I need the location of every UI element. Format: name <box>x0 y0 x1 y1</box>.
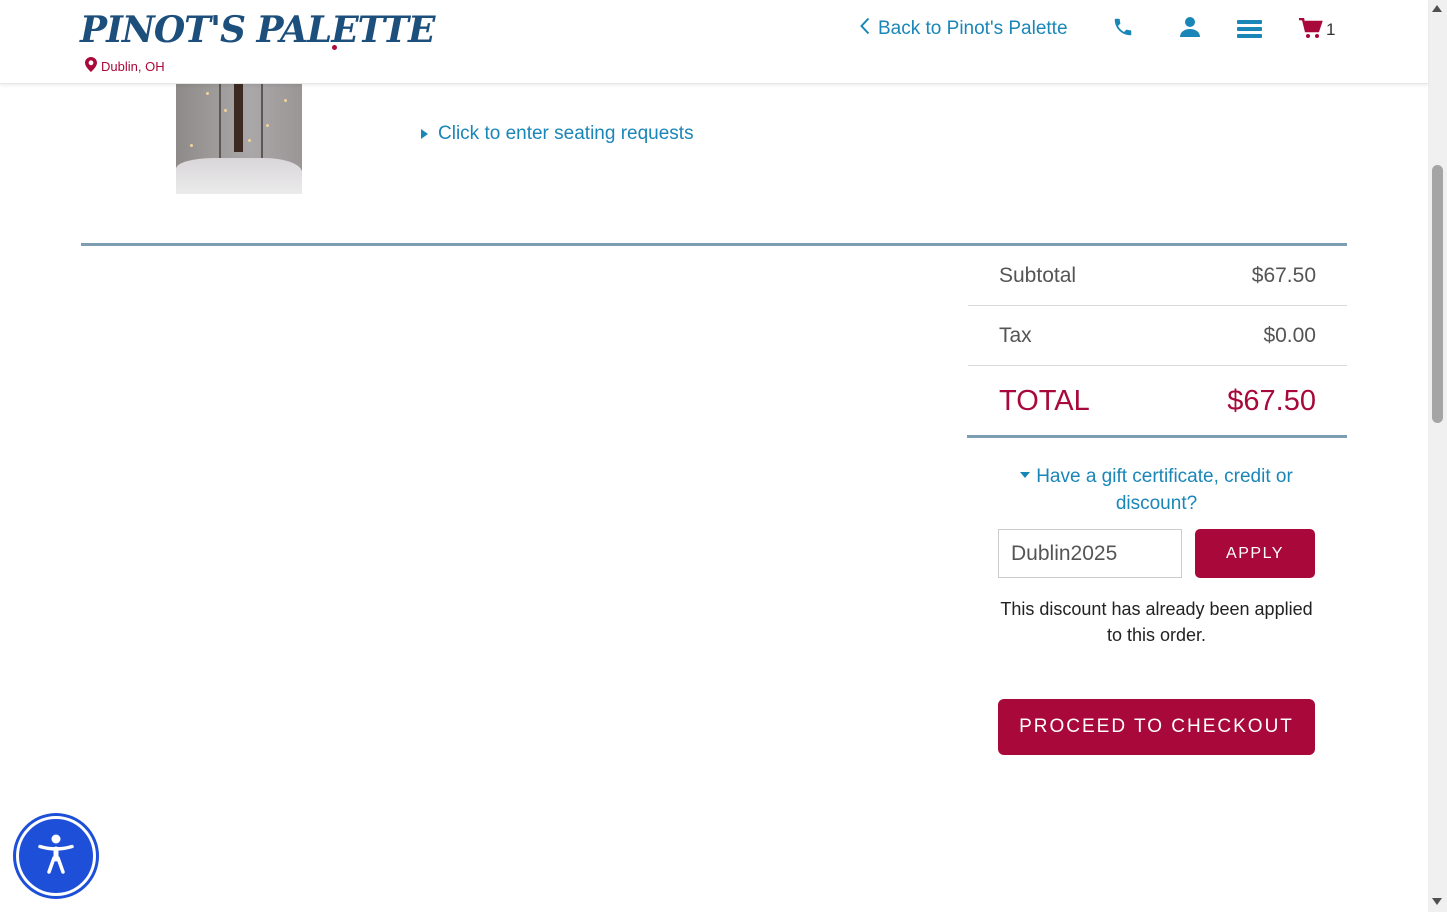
phone-icon[interactable] <box>1112 16 1134 43</box>
spark <box>248 139 251 142</box>
subtotal-value: $67.50 <box>1251 263 1316 287</box>
tree-trunk <box>234 84 243 152</box>
seating-requests-toggle[interactable]: Click to enter seating requests <box>421 123 694 145</box>
totals-divider <box>967 435 1347 438</box>
cart-icon[interactable] <box>1299 17 1323 45</box>
discount-code-input[interactable] <box>998 529 1182 578</box>
subtotal-row: Subtotal $67.50 <box>968 246 1347 306</box>
caret-right-icon <box>421 123 428 145</box>
scroll-down-icon[interactable] <box>1432 898 1442 905</box>
discount-toggle[interactable]: Have a gift certificate, credit or disco… <box>998 463 1315 517</box>
cart-count-badge[interactable]: 1 <box>1326 20 1335 40</box>
snow-ground <box>176 158 302 194</box>
page-scrollbar[interactable] <box>1428 0 1447 912</box>
total-label: TOTAL <box>999 384 1090 417</box>
tax-value: $0.00 <box>1263 324 1316 347</box>
location-label: Dublin, OH <box>101 58 165 74</box>
spark <box>190 144 193 147</box>
map-pin-icon <box>85 57 97 75</box>
apply-button[interactable]: APPLY <box>1195 529 1315 578</box>
user-icon[interactable] <box>1179 16 1201 43</box>
logo[interactable]: PINOT'S PALETTE <box>80 12 435 48</box>
scroll-up-icon[interactable] <box>1432 5 1442 12</box>
tax-label: Tax <box>999 324 1032 347</box>
spark <box>206 92 209 95</box>
caret-down-icon <box>1020 472 1031 479</box>
chevron-left-icon <box>860 17 870 41</box>
location-indicator[interactable]: Dublin, OH <box>85 57 165 75</box>
painting-thumbnail <box>176 84 302 194</box>
subtotal-label: Subtotal <box>999 263 1077 287</box>
spark <box>284 99 287 102</box>
total-value: $67.50 <box>1227 384 1316 417</box>
spark <box>266 124 269 127</box>
site-header: PINOT'S PALETTE Dublin, OH Back to Pinot… <box>0 0 1428 84</box>
spark <box>224 109 227 112</box>
seating-requests-label: Click to enter seating requests <box>438 123 694 144</box>
logo-dot <box>332 45 337 50</box>
tax-row: Tax $0.00 <box>968 307 1347 366</box>
accessibility-icon <box>34 832 78 881</box>
back-to-site-link[interactable]: Back to Pinot's Palette <box>860 17 1068 41</box>
discount-toggle-label: Have a gift certificate, credit or disco… <box>1036 466 1293 514</box>
scrollbar-thumb[interactable] <box>1432 165 1443 423</box>
accessibility-button[interactable] <box>16 816 96 896</box>
back-link-label: Back to Pinot's Palette <box>878 18 1068 39</box>
proceed-to-checkout-button[interactable]: PROCEED TO CHECKOUT <box>998 699 1315 755</box>
menu-icon[interactable] <box>1237 18 1262 45</box>
discount-notice: This discount has already been applied t… <box>1000 599 1313 645</box>
total-row: TOTAL $67.50 <box>968 367 1347 435</box>
